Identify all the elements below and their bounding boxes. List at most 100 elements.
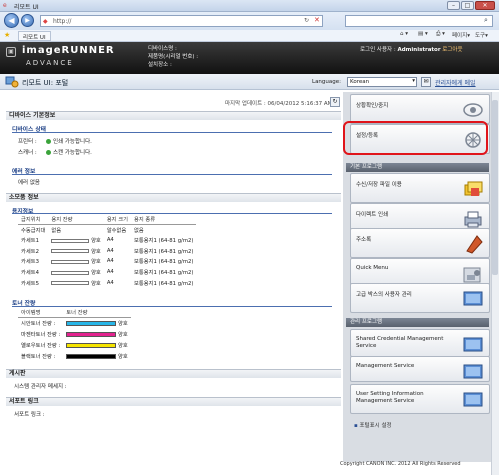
printer-status: 인쇄 가능합니다.	[46, 137, 92, 145]
minimize-button[interactable]: –	[447, 1, 460, 10]
eye-icon	[463, 103, 483, 117]
device-info: 디바이스명 : 제품명(시리얼 번호) : 설치장소 :	[148, 45, 198, 69]
files-icon	[464, 181, 483, 196]
scrollbar-thumb[interactable]	[492, 100, 498, 275]
column-header: 용지 크기	[103, 215, 131, 225]
paper-level-bar	[51, 259, 90, 264]
forward-button[interactable]: ▶	[21, 14, 34, 27]
table-row: 카세트3 양호 A4 보통용지1 (64-81 g/m2)	[18, 256, 196, 267]
monitor-icon	[463, 291, 483, 306]
monitor-icon	[463, 392, 483, 407]
browser-tab[interactable]: 리모트 UI	[18, 31, 51, 41]
paper-source: 카세트1	[21, 238, 39, 245]
paper-size: A4	[106, 258, 114, 265]
favorites-star-icon[interactable]: ★	[4, 31, 10, 39]
paper-level-bar	[51, 281, 90, 286]
location-label: 설치장소 :	[148, 62, 172, 68]
back-button[interactable]: ◀	[4, 13, 19, 28]
toner-level-bar	[66, 320, 117, 326]
table-row: 시안토너 잔량 : 양호	[18, 317, 131, 328]
address-bar[interactable]: ◆ http://	[40, 15, 323, 27]
search-input[interactable]	[345, 15, 493, 27]
table-row: 카세트5 양호 A4 보통용지1 (64-81 g/m2)	[18, 277, 196, 288]
table-row: 카세트2 양호 A4 보통용지1 (64-81 g/m2)	[18, 245, 196, 256]
shared-credential-button[interactable]: Shared Credential Management Service	[350, 329, 490, 357]
printer-label: 프린터 :	[18, 139, 37, 145]
table-row: 카세트1 양호 A4 보통용지1 (64-81 g/m2)	[18, 235, 196, 246]
toner-level: 양호	[63, 351, 130, 362]
column-header: 아이템명	[18, 308, 64, 318]
search-icon[interactable]: ⌕	[484, 16, 488, 25]
paper-level: 없음	[51, 227, 62, 234]
address-book-button[interactable]: 주소록	[350, 228, 490, 258]
status-ok-icon	[46, 139, 51, 144]
toner-level-bar	[66, 331, 117, 337]
address-text: http://	[53, 18, 72, 25]
copyright: Copyright CANON INC. 2012 All Rights Res…	[340, 461, 461, 467]
toner-level: 양호	[63, 317, 130, 328]
table-row: 수동급지대 없음 알수없음 없음	[18, 224, 196, 235]
management-service-button[interactable]: Management Service	[350, 356, 490, 382]
admin-programs-header: 관리 프로그램	[346, 318, 489, 327]
logout-link[interactable]: 로그아웃	[442, 47, 462, 53]
paper-source: 카세트2	[21, 248, 39, 255]
feed-icon[interactable]: ▤ ▾	[418, 31, 428, 37]
print-icon[interactable]: ⎙ ▾	[436, 31, 445, 38]
highlight-ring	[343, 121, 488, 155]
paper-size: 알수없음	[106, 227, 127, 234]
refresh-icon[interactable]: ↻	[304, 17, 309, 24]
toner-name: 시안토너 잔량 :	[21, 320, 56, 327]
maximize-button[interactable]: □	[461, 1, 474, 10]
window-title: 리모트 UI	[14, 4, 39, 11]
divider	[12, 213, 332, 214]
board-header: 게시판	[6, 369, 341, 378]
status-monitor-button[interactable]: 상황확인/중지	[350, 94, 490, 124]
brand-name: imageRUNNER	[22, 45, 115, 56]
received-files-button[interactable]: 수신/저장 파일 이용	[350, 173, 490, 203]
home-icon[interactable]: ⌂ ▾	[400, 31, 408, 37]
table-row: 카세트4 양호 A4 보통용지1 (64-81 g/m2)	[18, 267, 196, 278]
refresh-button[interactable]: ↻	[330, 97, 340, 107]
toner-level: 양호	[63, 339, 130, 350]
brand-logo-icon: ▣	[6, 47, 16, 57]
box-user-management-button[interactable]: 고급 박스의 사용자 관리	[350, 283, 490, 313]
paper-level-bar	[51, 249, 90, 254]
portal-icon	[5, 76, 19, 88]
consumables-header: 소모품 정보	[6, 193, 341, 202]
address-book-icon	[466, 235, 483, 254]
device-name-label: 디바이스명 :	[148, 46, 177, 52]
close-window-button[interactable]: ✕	[475, 1, 495, 10]
paper-source: 카세트4	[21, 270, 39, 277]
table-row: 마젠타토너 잔량 : 양호	[18, 328, 131, 339]
printer-icon	[464, 211, 482, 228]
paper-type: 보통용지1 (64-81 g/m2)	[134, 248, 194, 255]
toner-name: 마젠타토너 잔량 :	[21, 331, 61, 338]
paper-level: 양호	[48, 277, 103, 288]
tools-menu[interactable]: 도구▾	[475, 31, 488, 39]
mail-icon[interactable]: ✉	[421, 77, 431, 87]
language-select[interactable]: Korean ▾	[347, 77, 417, 87]
product-label: 제품명(시리얼 번호) :	[148, 54, 199, 60]
paper-level: 양호	[48, 267, 103, 278]
portal-settings-link[interactable]: ▪ 포털표시 설정	[354, 421, 392, 429]
paper-source: 수동급지대	[21, 227, 46, 234]
stop-icon[interactable]: ✕	[314, 16, 320, 24]
monitor-icon	[463, 337, 483, 352]
paper-size: A4	[106, 279, 114, 286]
user-setting-info-button[interactable]: User Setting Information Management Serv…	[350, 384, 490, 414]
table-row: 옐로우토너 잔량 : 양호	[18, 339, 131, 350]
window-titlebar: e 리모트 UI	[0, 0, 499, 12]
toner-level-bar	[66, 342, 117, 348]
page-menu[interactable]: 페이지▾	[452, 31, 470, 39]
monitor-icon	[463, 364, 483, 379]
basic-programs-header: 기본 프로그램	[346, 163, 489, 172]
column-header: 용지 잔량	[48, 215, 104, 225]
mail-admin-link[interactable]: 관리자에게 메일	[435, 78, 476, 87]
paper-type: 없음	[134, 227, 144, 234]
toner-name: 옐로우토너 잔량 :	[21, 342, 61, 349]
paper-source: 카세트3	[21, 259, 39, 266]
column-header: 급지위치	[18, 215, 49, 225]
login-user: Administrator	[397, 47, 441, 53]
toner-table: 아이템명 토너 잔량 시안토너 잔량 : 양호 마젠타토너 잔량 : 양호 옐로우토…	[18, 308, 131, 362]
paper-size: A4	[106, 247, 114, 254]
